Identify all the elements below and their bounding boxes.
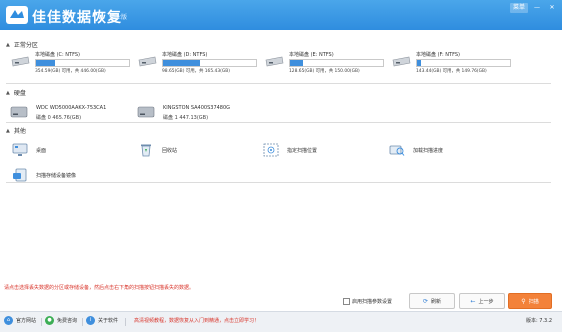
hard-disk-name: WDC WD5000AAKX-753CA1	[36, 105, 107, 111]
search-icon: ⚲	[521, 297, 526, 305]
partition-usage-bar	[35, 59, 130, 67]
partition-size: 128.65(GB) 可用，共 150.00(GB)	[289, 69, 360, 74]
scan-label: 扫描	[528, 298, 539, 305]
arrow-left-icon: ←	[470, 297, 476, 305]
divider	[6, 182, 551, 183]
info-icon: i	[86, 316, 95, 325]
main-panel: ▲ 正常分区 本地磁盘 (C: NTFS) 354.59(GB) 可用，共 44…	[0, 30, 562, 284]
desktop-icon	[12, 143, 28, 156]
section-partitions[interactable]: ▲ 正常分区	[6, 40, 38, 50]
promo-link[interactable]: 高清视频教程，数据恢复从入门到精通，点击立即学习！	[134, 317, 259, 324]
other-load-progress[interactable]: 加载扫描进度	[389, 142, 443, 158]
refresh-button[interactable]: ⟳ 刷新	[409, 293, 455, 309]
collapse-arrow-icon: ▲	[6, 89, 10, 96]
status-bar: ⌂ 官方网站 ● 免费咨询 i 关于软件 高清视频教程，数据恢复从入门到精通，点…	[0, 311, 562, 332]
minimize-button[interactable]: —	[531, 3, 543, 13]
partition-drive-icon	[138, 56, 157, 67]
divider	[6, 122, 551, 123]
close-button[interactable]: ✕	[546, 3, 558, 13]
about-label: 关于软件	[98, 318, 119, 324]
other-disk-image[interactable]: 扫描存储设备镜像	[12, 167, 76, 183]
title-bar: 佳佳数据恢复 专业版 菜单 — ✕	[0, 0, 562, 30]
hard-disk-size: 磁盘 1 447.13(GB)	[163, 115, 209, 121]
enable-params-label: 启用扫描参数设置	[352, 299, 393, 305]
load-progress-icon	[389, 145, 405, 156]
consult-label: 免费咨询	[57, 318, 78, 324]
back-button[interactable]: ← 上一步	[459, 293, 505, 309]
warning-hint: 请点击选择丢失数据的分区或存储设备，然后点击右下角的扫描按钮扫描丢失的数据。	[4, 285, 195, 291]
other-label: 扫描存储设备镜像	[36, 172, 77, 179]
partition-c[interactable]: 本地磁盘 (C: NTFS) 354.59(GB) 可用，共 446.00(GB…	[10, 51, 150, 77]
menu-button[interactable]: 菜单	[509, 3, 528, 13]
section-title: 硬盘	[13, 90, 26, 97]
hard-disk-size: 磁盘 0 465.76(GB)	[36, 115, 82, 121]
app-logo-icon	[6, 6, 28, 24]
back-label: 上一步	[478, 298, 494, 305]
partition-d[interactable]: 本地磁盘 (D: NTFS) 98.65(GB) 可用，共 165.43(GB)	[137, 51, 277, 77]
partition-drive-icon	[265, 56, 284, 67]
partition-drive-icon	[11, 56, 30, 67]
hard-disk-icon	[10, 106, 28, 118]
status-divider	[125, 318, 126, 326]
scan-button[interactable]: ⚲ 扫描	[508, 293, 552, 309]
disk-image-icon	[13, 168, 27, 182]
website-label: 官方网站	[16, 318, 37, 324]
other-label: 指定扫描位置	[287, 147, 318, 154]
partition-drive-icon	[392, 56, 411, 67]
home-icon: ⌂	[4, 316, 13, 325]
other-label: 桌面	[36, 147, 47, 154]
website-link[interactable]: ⌂ 官方网站	[4, 316, 36, 325]
status-divider	[41, 318, 42, 326]
section-title: 正常分区	[13, 42, 38, 49]
divider	[6, 83, 551, 84]
status-divider	[82, 318, 83, 326]
partition-f[interactable]: 本地磁盘 (F: NTFS) 143.44(GB) 可用，共 149.76(GB…	[391, 51, 531, 77]
chat-icon: ●	[45, 316, 54, 325]
section-others[interactable]: ▲ 其他	[6, 126, 26, 136]
collapse-arrow-icon: ▲	[6, 41, 10, 48]
edition-label: 专业版	[109, 14, 128, 21]
hard-disk-0[interactable]: WDC WD5000AAKX-753CA1 磁盘 0 465.76(GB)	[10, 104, 140, 124]
hard-disk-name: KINGSTON SA400S37480G	[163, 105, 231, 111]
partition-usage-bar	[162, 59, 257, 67]
enable-params-checkbox[interactable]	[343, 298, 350, 305]
target-location-icon	[263, 143, 279, 157]
other-desktop[interactable]: 桌面	[12, 142, 46, 158]
partition-name: 本地磁盘 (F: NTFS)	[416, 52, 461, 58]
enable-params-option[interactable]: 启用扫描参数设置	[343, 298, 392, 305]
partition-usage-bar	[416, 59, 511, 67]
other-label: 回收站	[162, 147, 178, 154]
hard-disk-1[interactable]: KINGSTON SA400S37480G 磁盘 1 447.13(GB)	[137, 104, 267, 124]
partition-name: 本地磁盘 (D: NTFS)	[162, 52, 208, 58]
partition-size: 354.59(GB) 可用，共 446.00(GB)	[35, 69, 106, 74]
partition-size: 143.44(GB) 可用，共 149.76(GB)	[416, 69, 487, 74]
refresh-icon: ⟳	[422, 297, 428, 305]
partition-usage-bar	[289, 59, 384, 67]
other-label: 加载扫描进度	[413, 147, 444, 154]
collapse-arrow-icon: ▲	[6, 127, 10, 134]
partition-name: 本地磁盘 (C: NTFS)	[35, 52, 81, 58]
other-recycle-bin[interactable]: 回收站	[138, 142, 177, 158]
section-hard-disks[interactable]: ▲ 硬盘	[6, 88, 26, 98]
partition-name: 本地磁盘 (E: NTFS)	[289, 52, 334, 58]
about-link[interactable]: i 关于软件	[86, 316, 118, 325]
consult-link[interactable]: ● 免费咨询	[45, 316, 77, 325]
recycle-bin-icon	[141, 144, 151, 157]
other-target-location[interactable]: 指定扫描位置	[263, 142, 317, 158]
window-controls: 菜单 — ✕	[509, 3, 558, 13]
partition-e[interactable]: 本地磁盘 (E: NTFS) 128.65(GB) 可用，共 150.00(GB…	[264, 51, 404, 77]
refresh-label: 刷新	[431, 298, 442, 305]
section-title: 其他	[13, 128, 26, 135]
partition-size: 98.65(GB) 可用，共 165.43(GB)	[162, 69, 230, 74]
hard-disk-icon	[137, 106, 155, 118]
version-label: 版本: 7.3.2	[526, 318, 552, 324]
